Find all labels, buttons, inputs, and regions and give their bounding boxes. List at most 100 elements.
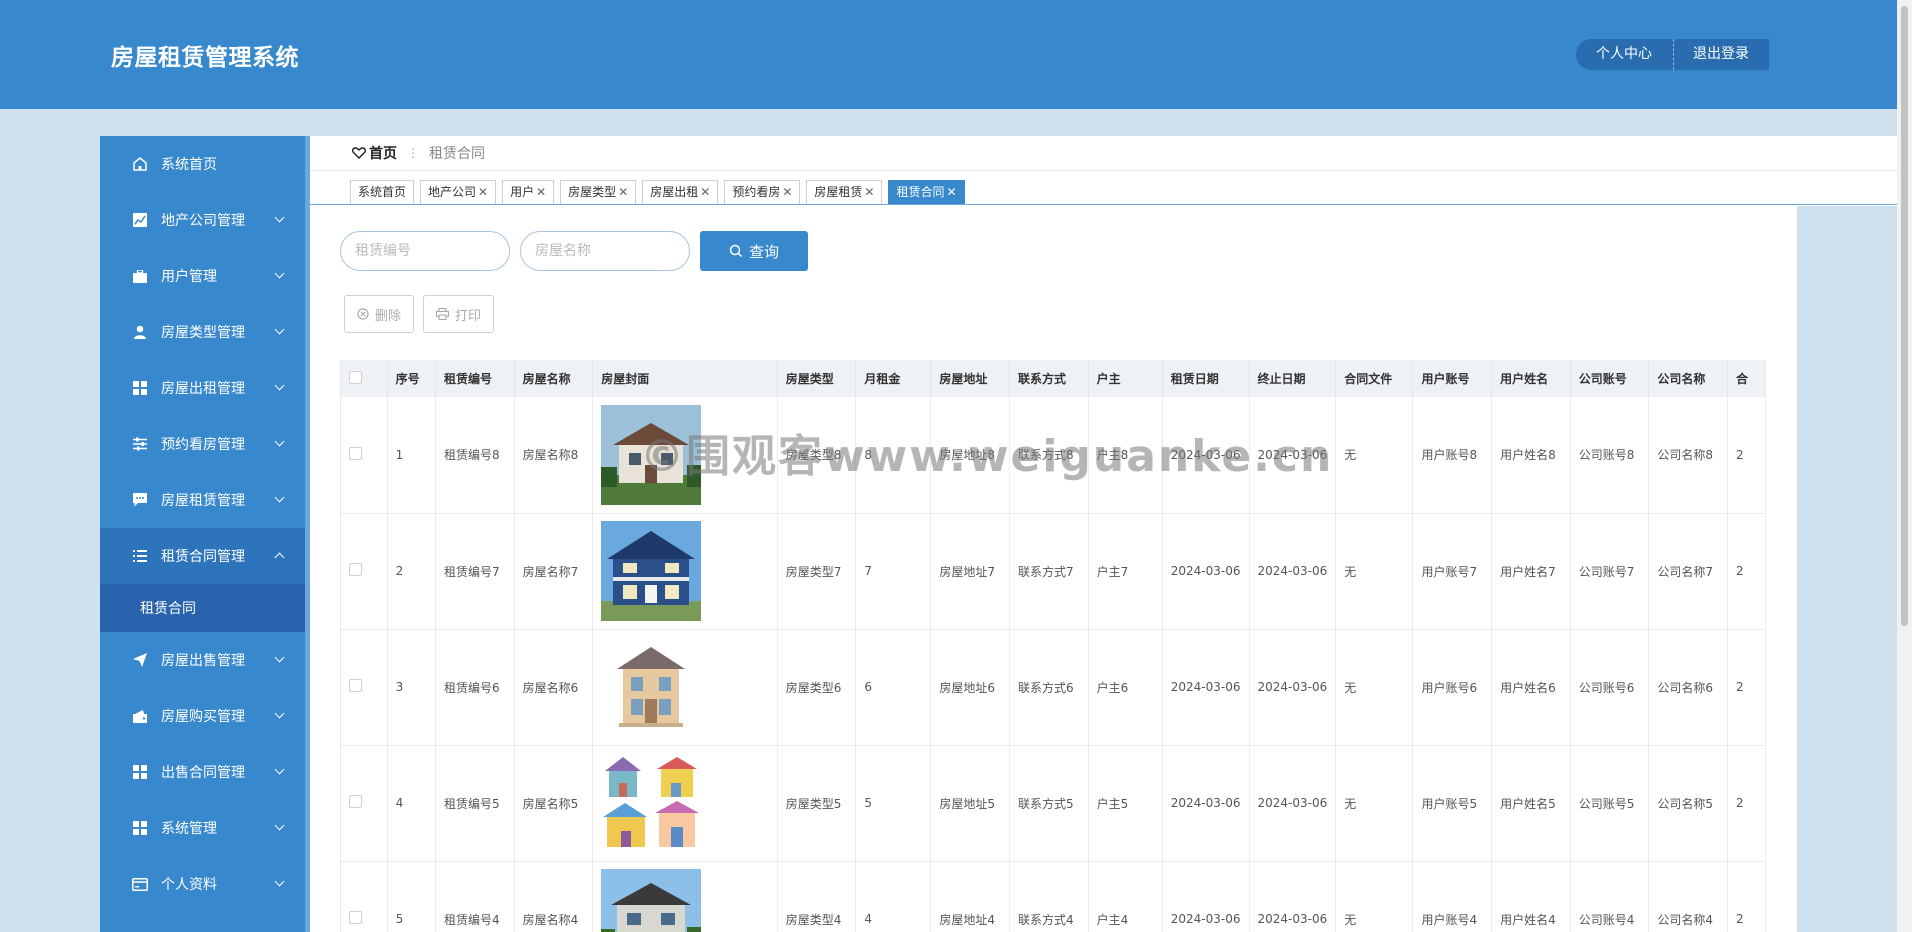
- sidebar-item-label: 房屋出售管理: [161, 653, 245, 669]
- close-icon[interactable]: ✕: [618, 185, 628, 199]
- row-checkbox[interactable]: [349, 795, 362, 808]
- sidebar-item-label: 预约看房管理: [161, 437, 245, 453]
- cell-house-type: 房屋类型6: [777, 629, 857, 746]
- contract-table-wrapper[interactable]: 序号 租赁编号 房屋名称 房屋封面 房屋类型 月租金 房屋地址 联系方式 户主 …: [340, 360, 1766, 932]
- send-icon: [131, 651, 149, 669]
- breadcrumb-current: 租赁合同: [429, 146, 485, 162]
- sidebar-item-system[interactable]: 系统管理: [100, 800, 305, 856]
- row-select-cell[interactable]: [341, 513, 388, 630]
- table-row[interactable]: 1 租赁编号8 房屋名称8 房屋类型8 8 房屋地址8 联系方式8 户主8 2024-03-06…: [341, 397, 1766, 514]
- sidebar-item-viewing[interactable]: 预约看房管理: [100, 416, 305, 472]
- app-title: 房屋租赁管理系统: [111, 45, 299, 71]
- cell-user-name: 用户姓名6: [1491, 629, 1571, 746]
- tab-users[interactable]: 用户 ✕: [502, 180, 555, 204]
- cell-user-account: 用户账号5: [1412, 745, 1493, 862]
- cell-seq: 2: [387, 513, 436, 630]
- select-all-checkbox[interactable]: [349, 370, 362, 384]
- row-checkbox[interactable]: [349, 563, 362, 576]
- sidebar-item-company[interactable]: 地产公司管理: [100, 192, 305, 248]
- breadcrumb-separator: ⋮: [407, 146, 419, 160]
- cell-user-name: 用户姓名5: [1491, 745, 1571, 862]
- logout-button[interactable]: 退出登录: [1674, 39, 1769, 70]
- content-area: 查询 删除 打印: [310, 206, 1797, 932]
- sidebar-item-users[interactable]: 用户管理: [100, 248, 305, 304]
- row-select-cell[interactable]: [341, 861, 388, 932]
- house-cover-image: [601, 637, 702, 737]
- query-button-label: 查询: [748, 242, 779, 261]
- row-checkbox[interactable]: [349, 446, 362, 460]
- column-header: 联系方式: [1009, 360, 1089, 397]
- cell-user-account: 用户账号7: [1412, 513, 1493, 630]
- tab-lease-contract[interactable]: 租赁合同 ✕: [888, 180, 965, 204]
- cell-start-date: 2024-03-06: [1162, 513, 1250, 630]
- sidebar-item-sale-contract[interactable]: 出售合同管理: [100, 744, 305, 800]
- cell-contact: 联系方式4: [1009, 861, 1089, 932]
- sidebar-item-lease-contract[interactable]: 租赁合同管理: [100, 528, 305, 584]
- select-all-cell[interactable]: [341, 360, 388, 397]
- column-header: 终止日期: [1249, 360, 1337, 397]
- row-select-cell[interactable]: [341, 397, 388, 514]
- page-scrollbar-thumb[interactable]: [1901, 6, 1908, 626]
- sidebar-item-lease[interactable]: 房屋租赁管理: [100, 472, 305, 528]
- tab-house-type[interactable]: 房屋类型 ✕: [560, 180, 637, 204]
- cell-seq: 1: [387, 397, 436, 514]
- table-row[interactable]: 2 租赁编号7 房屋名称7 房屋类型7 7 房屋地址7 联系方式7 户主7 2024-03-06…: [341, 513, 1766, 630]
- heart-icon: [352, 147, 366, 159]
- close-icon[interactable]: ✕: [782, 185, 792, 199]
- grid-icon: [131, 763, 149, 781]
- sidebar-item-profile[interactable]: 个人资料: [100, 856, 305, 912]
- sidebar-item-house-sale[interactable]: 房屋出售管理: [100, 632, 305, 688]
- cell-start-date: 2024-03-06: [1162, 745, 1250, 862]
- page-scrollbar[interactable]: [1897, 0, 1912, 932]
- cell-owner: 户主8: [1088, 397, 1163, 514]
- cell-contract-file: 无: [1335, 629, 1414, 746]
- close-icon[interactable]: ✕: [536, 185, 546, 199]
- cell-start-date: 2024-03-06: [1162, 629, 1250, 746]
- sidebar-item-house-rent-out[interactable]: 房屋出租管理: [100, 360, 305, 416]
- cell-extra: 2: [1727, 397, 1766, 514]
- cell-contact: 联系方式5: [1009, 745, 1089, 862]
- column-header: 房屋地址: [930, 360, 1010, 397]
- tab-viewing[interactable]: 预约看房 ✕: [724, 180, 801, 204]
- close-icon[interactable]: ✕: [700, 185, 710, 199]
- cell-end-date: 2024-03-06: [1249, 513, 1337, 630]
- table-row[interactable]: 4 租赁编号5 房屋名称5 房屋类型5 5 房屋地址5 联系方式5 户主5 2024-03-06…: [341, 745, 1766, 862]
- table-row[interactable]: 5 租赁编号4 房屋名称4 房屋类型4 4 房屋地址4 联系方式4 户主4 2024-03-06…: [341, 861, 1766, 932]
- close-icon[interactable]: ✕: [947, 185, 957, 199]
- query-button[interactable]: 查询: [700, 231, 808, 271]
- tab-company[interactable]: 地产公司 ✕: [420, 180, 497, 204]
- cell-house-name: 房屋名称5: [514, 745, 594, 862]
- column-header: 用户账号: [1412, 360, 1493, 397]
- delete-button[interactable]: 删除: [344, 295, 415, 333]
- cell-company-account: 公司账号5: [1570, 745, 1650, 862]
- sidebar-item-house-type[interactable]: 房屋类型管理: [100, 304, 305, 360]
- sidebar-item-home[interactable]: 系统首页: [100, 136, 305, 192]
- print-button[interactable]: 打印: [423, 295, 495, 333]
- table-header-row: 序号 租赁编号 房屋名称 房屋封面 房屋类型 月租金 房屋地址 联系方式 户主 …: [341, 360, 1766, 397]
- cell-rent: 8: [855, 397, 932, 514]
- sidebar-item-label: 系统管理: [161, 821, 217, 837]
- tab-house-rent-out[interactable]: 房屋出租 ✕: [642, 180, 719, 204]
- close-icon[interactable]: ✕: [864, 185, 874, 199]
- submenu-item-lease-contract[interactable]: 租赁合同: [140, 598, 196, 618]
- sidebar-item-house-purchase[interactable]: 房屋购买管理: [100, 688, 305, 744]
- contract-no-input[interactable]: [340, 231, 510, 271]
- row-select-cell[interactable]: [341, 629, 388, 746]
- house-cover-cell: [592, 629, 778, 746]
- tab-home[interactable]: 系统首页: [350, 180, 415, 204]
- table-row[interactable]: 3 租赁编号6 房屋名称6 房屋类型6 6 房屋地址6 联系方式6 户主6 2024-03-06…: [341, 629, 1766, 746]
- row-select-cell[interactable]: [341, 745, 388, 862]
- cell-house-type: 房屋类型4: [777, 861, 857, 932]
- breadcrumb-home[interactable]: 首页: [352, 143, 397, 163]
- close-icon[interactable]: ✕: [478, 185, 488, 199]
- profile-center-button[interactable]: 个人中心: [1576, 39, 1674, 70]
- cell-company-name: 公司名称6: [1648, 629, 1728, 746]
- cell-house-type: 房屋类型5: [777, 745, 857, 862]
- tab-lease[interactable]: 房屋租赁 ✕: [806, 180, 883, 204]
- list-icon: [131, 547, 149, 565]
- row-checkbox[interactable]: [349, 679, 362, 692]
- cell-company-account: 公司账号8: [1570, 397, 1650, 514]
- row-checkbox[interactable]: [349, 911, 362, 924]
- house-name-input[interactable]: [520, 231, 690, 271]
- tab-label: 房屋类型: [568, 185, 617, 199]
